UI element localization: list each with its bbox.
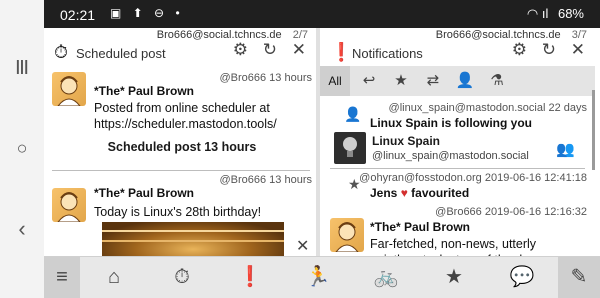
account-name[interactable]: Linux Spain xyxy=(372,134,440,148)
divider xyxy=(52,170,310,171)
column-tools: ⚙ ↻ ✕ xyxy=(223,40,306,60)
recents-glyph: ||| xyxy=(15,58,29,75)
federated-timeline-icon[interactable]: 🚲 xyxy=(356,257,416,298)
notification-meta: @Bro666 2019-06-16 12:16:32 xyxy=(435,206,587,218)
notification-meta: @ohyran@fosstodon.org 2019-06-16 12:41:1… xyxy=(359,172,587,184)
media-detail xyxy=(102,230,284,232)
status-content: Posted from online scheduler at https://… xyxy=(94,101,277,131)
avatar[interactable] xyxy=(52,188,86,222)
avatar[interactable] xyxy=(334,132,366,164)
close-icon[interactable]: ✕ xyxy=(292,40,306,60)
status-content: Today is Linux's 28th birthday! xyxy=(94,205,262,219)
column-title: Scheduled post xyxy=(76,46,166,61)
divider xyxy=(330,168,585,169)
display-name[interactable]: *The* Paul Brown xyxy=(94,186,194,200)
home-circle-icon[interactable]: ○ xyxy=(0,138,44,159)
timer-icon[interactable]: ⏱ xyxy=(152,257,212,298)
notification-alert-icon[interactable]: ❗ xyxy=(220,257,280,298)
display-name[interactable]: *The* Paul Brown xyxy=(370,220,470,234)
notification-meta: @linux_spain@mastodon.social 22 days xyxy=(388,102,587,114)
android-navigation-bar: ||| ○ ‹ xyxy=(0,0,44,298)
settings-sliders-icon[interactable]: ⚙ xyxy=(233,40,248,60)
notification-icons: ▣ ⬆ ⊖ • xyxy=(110,6,184,20)
notifications-column: Bro666@social.tchncs.de 3/7 ❗ Notificati… xyxy=(320,28,595,256)
media-attachment[interactable] xyxy=(102,222,284,256)
home-glyph: ○ xyxy=(16,138,28,158)
status-meta: @Bro666 13 hours xyxy=(219,72,312,84)
notification-text: Linux Spain is following you xyxy=(370,116,532,130)
column-header: ⏱ Scheduled post ⚙ ↻ ✕ xyxy=(44,40,316,66)
status-bar: 02:21 ▣ ⬆ ⊖ • ◠ ıl 68% xyxy=(44,0,600,28)
display-name[interactable]: *The* Paul Brown xyxy=(94,84,194,98)
close-icon[interactable]: ✕ xyxy=(571,40,585,60)
direct-messages-icon[interactable]: 💬 xyxy=(492,257,552,298)
follow-back-icon[interactable]: 👥 xyxy=(556,140,575,158)
notification-alert-icon: ❗ xyxy=(330,42,353,62)
signal-icon: ◠ ıl xyxy=(526,6,549,21)
action-text: favourited xyxy=(411,186,470,200)
system-indicators: ◠ ıl 68% xyxy=(521,6,584,22)
status-content: Far-fetched, non-news, utterly pointless… xyxy=(370,237,539,256)
avatar[interactable] xyxy=(330,218,364,252)
poll-icon[interactable]: ⚗ xyxy=(482,66,512,96)
recents-icon[interactable]: ||| xyxy=(0,58,44,76)
timer-icon: ⏱ xyxy=(54,42,69,62)
clock: 02:21 xyxy=(60,7,96,23)
follow-icon: 👤 xyxy=(344,106,362,122)
favourites-star-icon[interactable]: ★ xyxy=(424,257,484,298)
scrollbar[interactable] xyxy=(592,90,595,170)
status-card[interactable]: @Bro666 13 hours *The* Paul Brown Today … xyxy=(52,174,312,256)
account-card[interactable]: Linux Spain @linux_spain@mastodon.social… xyxy=(334,132,575,166)
home-icon[interactable]: ⌂ xyxy=(84,257,144,298)
bottom-navigation: ≡ ⌂ ⏱ ❗ 🏃 🚲 ★ 💬 ✎ xyxy=(44,256,600,298)
refresh-icon[interactable]: ↻ xyxy=(542,40,556,60)
scheduled-post-column: Bro666@social.tchncs.de 2/7 ⏱ Scheduled … xyxy=(44,28,316,256)
boost-icon[interactable]: ⇄ xyxy=(418,66,448,96)
column-header: ❗ Notifications ⚙ ↻ ✕ xyxy=(320,40,595,66)
follow-icon[interactable]: 👤 xyxy=(450,66,480,96)
media-detail xyxy=(102,240,284,242)
star-icon[interactable]: ★ xyxy=(386,66,416,96)
compose-pencil-icon[interactable]: ✎ xyxy=(558,257,600,298)
back-chevron-icon[interactable]: ‹ xyxy=(0,216,44,242)
notification-filter-tabs: All ↩ ★ ⇄ 👤 ⚗ xyxy=(320,66,595,96)
notification-text: Jens ♥ favourited xyxy=(370,186,469,200)
status-card[interactable]: @Bro666 13 hours *The* Paul Brown Posted… xyxy=(52,72,312,158)
status-meta: @Bro666 13 hours xyxy=(219,174,312,186)
avatar[interactable] xyxy=(52,72,86,106)
refresh-icon[interactable]: ↻ xyxy=(263,40,277,60)
tab-all[interactable]: All xyxy=(320,66,350,96)
reply-icon[interactable]: ↩ xyxy=(354,66,384,96)
column-title: Notifications xyxy=(352,46,423,61)
scheduled-time: Scheduled post 13 hours xyxy=(107,140,257,154)
account-handle: @linux_spain@mastodon.social xyxy=(372,150,529,162)
local-timeline-icon[interactable]: 🏃 xyxy=(288,257,348,298)
heart-icon: ♥ xyxy=(400,186,408,200)
actor-name[interactable]: Jens xyxy=(370,186,397,200)
back-glyph: ‹ xyxy=(18,216,26,241)
column-tools: ⚙ ↻ ✕ xyxy=(502,40,585,60)
battery-level: 68% xyxy=(557,6,584,21)
settings-sliders-icon[interactable]: ⚙ xyxy=(512,40,527,60)
menu-icon[interactable]: ≡ xyxy=(44,257,80,298)
close-icon[interactable]: ✕ xyxy=(296,236,309,256)
